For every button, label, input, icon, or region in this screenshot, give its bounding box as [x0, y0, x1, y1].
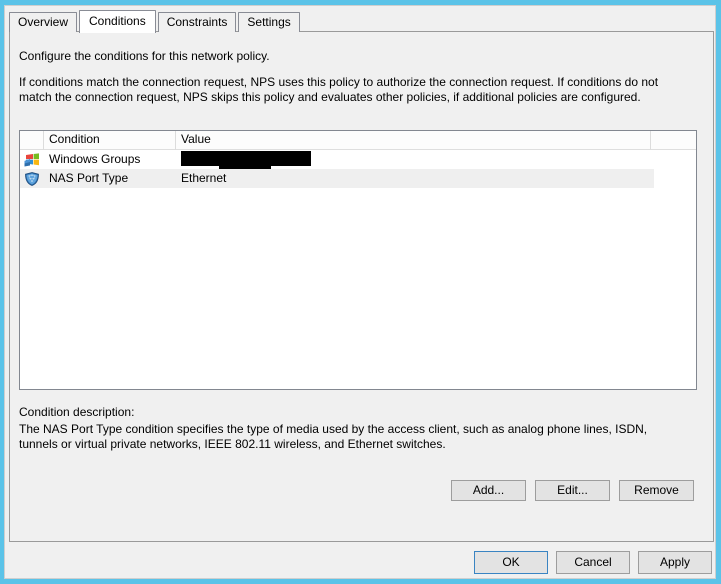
conditions-listview[interactable]: Condition Value Windows Groups NAS Port …	[19, 130, 697, 390]
listview-header: Condition Value	[20, 131, 696, 150]
table-row[interactable]: NAS Port Type Ethernet	[20, 169, 654, 188]
tab-constraints[interactable]: Constraints	[157, 12, 237, 32]
condition-name: NAS Port Type	[49, 171, 129, 185]
column-header-icon[interactable]	[20, 131, 44, 150]
ok-button[interactable]: OK	[474, 551, 548, 574]
condition-name: Windows Groups	[49, 152, 141, 166]
condition-description-label: Condition description:	[19, 405, 135, 419]
dialog-client-area: Overview Conditions Constraints Settings…	[4, 5, 716, 579]
condition-value	[176, 150, 654, 169]
tab-settings[interactable]: Settings	[238, 12, 300, 32]
dialog-footer: OK Cancel Apply	[474, 551, 712, 574]
windows-groups-icon	[20, 152, 44, 167]
apply-button[interactable]: Apply	[638, 551, 712, 574]
redacted-value	[181, 151, 311, 169]
tab-conditions[interactable]: Conditions	[79, 10, 156, 33]
listview-body: Windows Groups NAS Port Type Ethernet	[20, 150, 696, 188]
add-button[interactable]: Add...	[451, 480, 526, 501]
column-header-condition[interactable]: Condition	[44, 131, 176, 150]
tab-strip: Overview Conditions Constraints Settings	[9, 10, 302, 33]
edit-button[interactable]: Edit...	[535, 480, 610, 501]
remove-button[interactable]: Remove	[619, 480, 694, 501]
condition-value: Ethernet	[181, 171, 227, 185]
column-header-value[interactable]: Value	[176, 131, 651, 150]
column-header-filler	[651, 131, 696, 150]
nas-port-type-icon	[20, 171, 44, 186]
page-title: Configure the conditions for this networ…	[19, 49, 270, 63]
table-row[interactable]: Windows Groups	[20, 150, 654, 169]
condition-description-text: The NAS Port Type condition specifies th…	[19, 422, 648, 451]
condition-actions: Add... Edit... Remove	[451, 480, 694, 501]
tab-overview[interactable]: Overview	[9, 12, 78, 32]
tab-page-conditions: Configure the conditions for this networ…	[9, 31, 714, 542]
cancel-button[interactable]: Cancel	[556, 551, 630, 574]
dialog-window-frame: Overview Conditions Constraints Settings…	[0, 0, 721, 584]
page-description: If conditions match the connection reque…	[19, 75, 659, 104]
